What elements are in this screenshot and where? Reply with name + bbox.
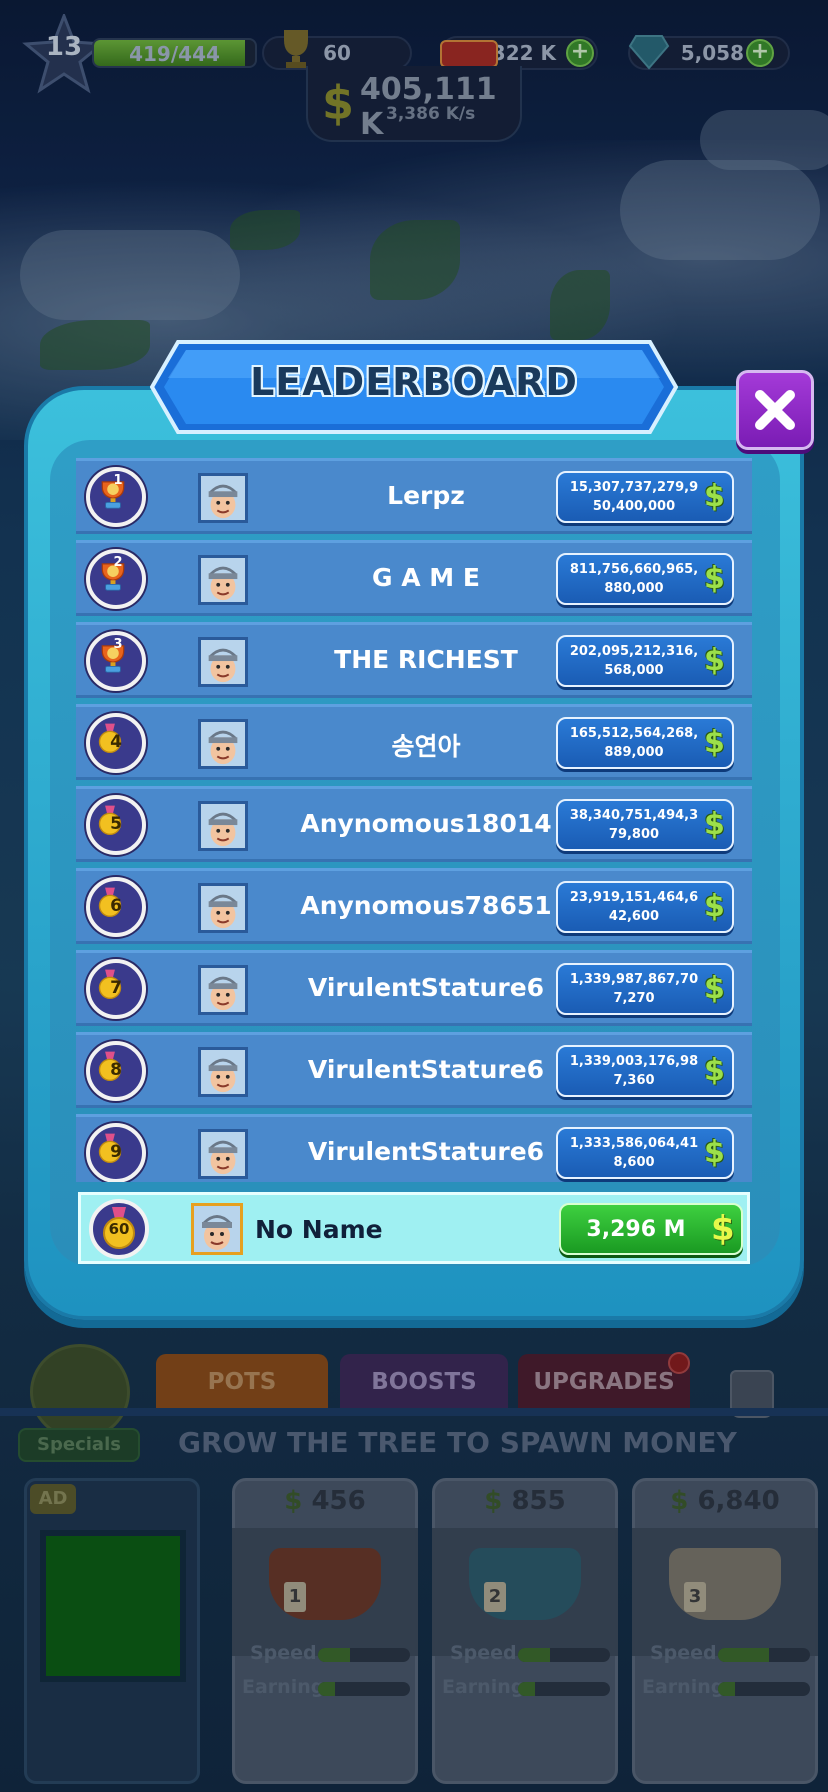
score-box: 811,756,660,965,880,000 $ xyxy=(556,553,734,605)
leaderboard-row[interactable]: 7 VirulentStature6 1,339,987,867,707,270… xyxy=(76,950,752,1026)
player-avatar xyxy=(198,473,248,523)
player-name: VirulentStature6 xyxy=(307,973,545,1002)
player-score: 1,333,586,064,418,600 xyxy=(569,1136,699,1170)
dollar-icon: $ xyxy=(704,807,725,842)
leaderboard-row[interactable]: 9 VirulentStature6 1,333,586,064,418,600… xyxy=(76,1114,752,1182)
my-score: 3,296 M xyxy=(586,1217,686,1242)
player-name: THE RICHEST xyxy=(334,645,518,674)
dollar-icon: $ xyxy=(704,479,725,514)
player-score: 1,339,987,867,707,270 xyxy=(569,972,699,1006)
player-avatar xyxy=(198,1047,248,1097)
player-avatar xyxy=(198,883,248,933)
score-box: 1,339,987,867,707,270 $ xyxy=(556,963,734,1015)
rank-number: 4 xyxy=(110,732,122,752)
player-avatar xyxy=(198,555,248,605)
player-name: VirulentStature6 xyxy=(307,1137,545,1166)
my-rank-row: 60 No Name 3,296 M $ xyxy=(78,1192,750,1264)
score-box: 15,307,737,279,950,400,000 $ xyxy=(556,471,734,523)
player-score: 38,340,751,494,379,800 xyxy=(569,808,699,842)
dollar-icon: $ xyxy=(704,561,725,596)
dollar-icon: $ xyxy=(704,1053,725,1088)
player-avatar xyxy=(198,801,248,851)
leaderboard-row[interactable]: 2 G A M E 811,756,660,965,880,000 $ xyxy=(76,540,752,616)
rank-number: 1 xyxy=(113,473,123,488)
rank-badge: 4 xyxy=(86,713,146,773)
player-score: 165,512,564,268,889,000 xyxy=(569,726,699,760)
score-box: 1,333,586,064,418,600 $ xyxy=(556,1127,734,1179)
leaderboard-row[interactable]: 1 Lerpz 15,307,737,279,950,400,000 $ xyxy=(76,458,752,534)
player-score: 811,756,660,965,880,000 xyxy=(569,562,699,596)
rank-badge: 9 xyxy=(86,1123,146,1182)
close-button[interactable] xyxy=(736,370,814,450)
leaderboard-row[interactable]: 5 Anynomous18014 38,340,751,494,379,800 … xyxy=(76,786,752,862)
close-icon xyxy=(755,390,795,430)
dollar-icon: $ xyxy=(704,725,725,760)
player-avatar xyxy=(198,965,248,1015)
rank-number: 6 xyxy=(110,896,122,916)
rank-badge: 6 xyxy=(86,877,146,937)
player-avatar xyxy=(198,637,248,687)
rank-number: 5 xyxy=(110,814,122,834)
player-name: Lerpz xyxy=(387,481,465,510)
score-box: 1,339,003,176,987,360 $ xyxy=(556,1045,734,1097)
dollar-icon: $ xyxy=(711,1209,735,1249)
rank-badge: 2 xyxy=(86,549,146,609)
player-avatar xyxy=(198,719,248,769)
my-avatar xyxy=(191,1203,243,1255)
rank-number: 2 xyxy=(113,555,123,570)
player-score: 15,307,737,279,950,400,000 xyxy=(569,480,699,514)
score-box: 165,512,564,268,889,000 $ xyxy=(556,717,734,769)
score-box: 38,340,751,494,379,800 $ xyxy=(556,799,734,851)
rank-badge: 5 xyxy=(86,795,146,855)
leaderboard-row[interactable]: 8 VirulentStature6 1,339,003,176,987,360… xyxy=(76,1032,752,1108)
rank-badge: 8 xyxy=(86,1041,146,1101)
my-score-box: 3,296 M $ xyxy=(559,1203,743,1255)
player-score: 23,919,151,464,642,600 xyxy=(569,890,699,924)
rank-number: 8 xyxy=(110,1060,122,1080)
my-rank-badge: 60 xyxy=(89,1199,149,1259)
rank-number: 3 xyxy=(113,637,123,652)
player-name: VirulentStature6 xyxy=(307,1055,545,1084)
leaderboard-title: LEADERBOARD xyxy=(250,360,578,404)
rank-badge: 7 xyxy=(86,959,146,1019)
dollar-icon: $ xyxy=(704,1135,725,1170)
rank-number: 7 xyxy=(110,978,122,998)
dollar-icon: $ xyxy=(704,643,725,678)
leaderboard-list[interactable]: 1 Lerpz 15,307,737,279,950,400,000 $ 2 G… xyxy=(76,458,752,1182)
leaderboard-row[interactable]: 3 THE RICHEST 202,095,212,316,568,000 $ xyxy=(76,622,752,698)
player-name: G A M E xyxy=(372,563,480,592)
player-score: 1,339,003,176,987,360 xyxy=(569,1054,699,1088)
my-rank-number: 60 xyxy=(108,1220,130,1238)
player-avatar xyxy=(198,1129,248,1179)
leaderboard-row[interactable]: 6 Anynomous78651 23,919,151,464,642,600 … xyxy=(76,868,752,944)
rank-badge: 3 xyxy=(86,631,146,691)
player-score: 202,095,212,316,568,000 xyxy=(569,644,699,678)
player-name: 송연아 xyxy=(391,732,461,761)
player-name: Anynomous18014 xyxy=(300,809,552,838)
rank-badge: 1 xyxy=(86,467,146,527)
leaderboard-row[interactable]: 4 송연아 165,512,564,268,889,000 $ xyxy=(76,704,752,780)
dollar-icon: $ xyxy=(704,889,725,924)
score-box: 23,919,151,464,642,600 $ xyxy=(556,881,734,933)
dollar-icon: $ xyxy=(704,971,725,1006)
my-name: No Name xyxy=(255,1215,383,1244)
score-box: 202,095,212,316,568,000 $ xyxy=(556,635,734,687)
rank-number: 9 xyxy=(110,1142,122,1162)
player-name: Anynomous78651 xyxy=(300,891,552,920)
